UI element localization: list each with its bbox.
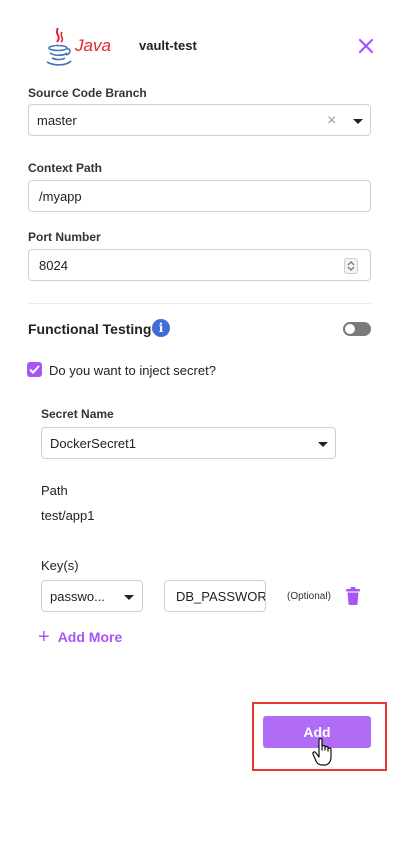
keys-label: Key(s)	[41, 558, 79, 573]
branch-value: master	[37, 112, 77, 128]
secret-name-value: DockerSecret1	[50, 435, 136, 451]
divider	[28, 303, 371, 304]
key-select[interactable]: passwo...	[41, 580, 143, 612]
path-value: test/app1	[41, 508, 95, 523]
checkmark-icon	[29, 365, 40, 374]
secret-name-select[interactable]: DockerSecret1	[41, 427, 336, 459]
port-value: 8024	[39, 257, 68, 273]
hand-cursor-icon	[312, 737, 334, 766]
plus-icon: +	[38, 626, 50, 648]
context-input[interactable]: /myapp	[28, 180, 371, 212]
path-label: Path	[41, 483, 68, 498]
context-label: Context Path	[28, 161, 103, 175]
branch-label: Source Code Branch	[28, 86, 147, 100]
optional-label: (Optional)	[287, 591, 331, 602]
chevron-down-icon[interactable]	[353, 119, 363, 124]
functional-testing-title: Functional Testing	[28, 321, 152, 337]
port-label: Port Number	[28, 230, 101, 244]
number-stepper-icon[interactable]	[344, 258, 358, 274]
inject-secret-checkbox[interactable]	[27, 362, 42, 377]
key-env-input[interactable]: DB_PASSWOR	[164, 580, 266, 612]
clear-icon[interactable]: ×	[327, 112, 336, 130]
toggle-knob	[345, 324, 355, 334]
info-icon[interactable]: i	[152, 319, 170, 337]
key-env-value: DB_PASSWOR	[176, 588, 266, 604]
chevron-down-icon[interactable]	[124, 595, 134, 600]
java-logo: Java	[44, 26, 111, 66]
trash-icon[interactable]	[346, 587, 360, 605]
add-more-button[interactable]: + Add More	[38, 627, 122, 647]
branch-select[interactable]: master ×	[28, 104, 371, 136]
key-select-value: passwo...	[50, 588, 105, 604]
app-title: vault-test	[139, 38, 197, 53]
chevron-down-icon[interactable]	[318, 442, 328, 447]
secret-name-label: Secret Name	[41, 407, 114, 421]
context-value: /myapp	[39, 188, 82, 204]
java-logo-text: Java	[75, 36, 111, 55]
close-icon[interactable]	[356, 36, 376, 56]
add-more-label: Add More	[57, 629, 123, 645]
inject-secret-label: Do you want to inject secret?	[49, 363, 216, 378]
functional-testing-toggle[interactable]	[343, 322, 371, 336]
port-input[interactable]: 8024	[28, 249, 371, 281]
